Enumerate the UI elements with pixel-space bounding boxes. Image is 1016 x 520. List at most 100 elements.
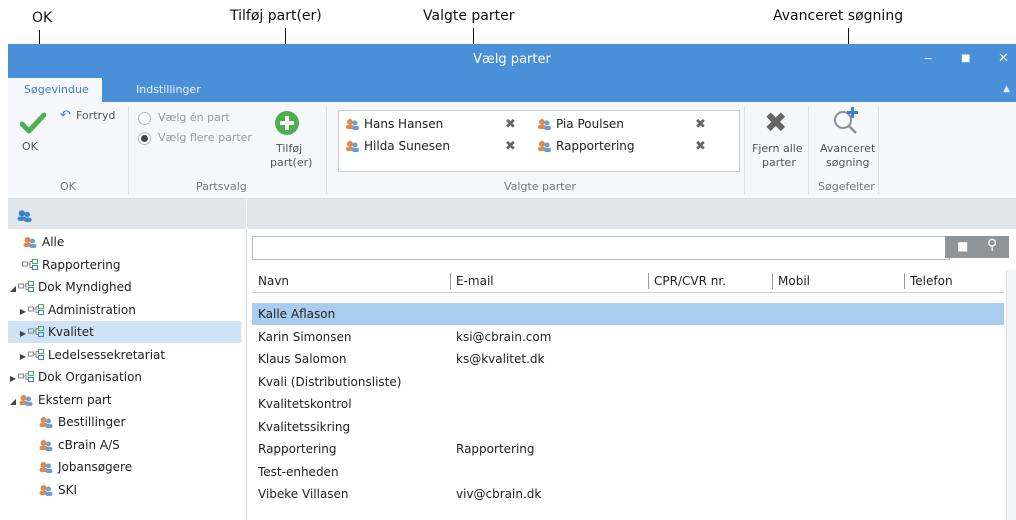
- tree-item[interactable]: Alle: [8, 231, 246, 253]
- col-cpr[interactable]: CPR/CVR nr.: [654, 274, 726, 288]
- ok-button[interactable]: OK: [12, 108, 56, 168]
- expanded-icon[interactable]: ◢: [8, 391, 18, 413]
- table-row[interactable]: Test-enheden: [252, 461, 1004, 483]
- vertical-scrollbar[interactable]: [1006, 270, 1016, 520]
- col-phone[interactable]: Telefon: [910, 274, 953, 288]
- tree-item-label: Jobansøgere: [58, 460, 133, 474]
- table-row[interactable]: Karin Simonsen ksi@cbrain.com: [252, 326, 1004, 348]
- tree-item-label: Dok Organisation: [38, 370, 143, 384]
- remove-party-icon[interactable]: ✖: [505, 139, 516, 154]
- tree-item-label: cBrain A/S: [58, 437, 120, 452]
- col-divider[interactable]: [904, 273, 905, 289]
- table-row[interactable]: Kvali (Distributionsliste): [252, 371, 1004, 393]
- col-divider[interactable]: [772, 273, 773, 289]
- expanded-icon[interactable]: ◢: [8, 278, 18, 300]
- cell-name: Kvalitetskontrol: [258, 397, 352, 411]
- tab-settings[interactable]: Indstillinger: [126, 78, 211, 102]
- ribbon-separator: [128, 106, 129, 194]
- tab-search-window[interactable]: Søgevindue: [8, 78, 102, 102]
- tree-item-label: Dok Myndighed: [38, 280, 132, 294]
- table-row[interactable]: Vibeke Villasen viv@cbrain.dk: [252, 483, 1004, 505]
- person-search-icon[interactable]: ■: [957, 239, 968, 253]
- expand-icon[interactable]: ▶: [18, 346, 28, 368]
- org-icon: [18, 280, 38, 294]
- maximize-icon[interactable]: ■: [961, 53, 970, 64]
- tree-item[interactable]: cBrain A/S: [8, 434, 246, 456]
- persons-icon: [538, 119, 551, 130]
- persons-icon: [346, 141, 359, 152]
- tree-item[interactable]: ▶ Ledelsessekretariat: [8, 344, 246, 366]
- expand-icon[interactable]: ▶: [18, 301, 28, 323]
- selected-party[interactable]: Rapportering: [537, 139, 635, 153]
- radio-single-party[interactable]: [138, 112, 151, 125]
- minimize-icon[interactable]: ‒: [924, 51, 932, 66]
- expand-icon[interactable]: ▶: [18, 323, 28, 345]
- remove-all-label-1: Fjern alle: [752, 142, 803, 155]
- tree-item[interactable]: SKI: [8, 479, 246, 501]
- radio-single-label: Vælg én part: [158, 111, 230, 124]
- col-mobile[interactable]: Mobil: [778, 274, 810, 288]
- tree-item[interactable]: Bestillinger: [8, 411, 246, 433]
- selected-party[interactable]: Hans Hansen: [345, 117, 443, 131]
- col-divider[interactable]: [648, 273, 649, 289]
- table-header: Navn E-mail CPR/CVR nr. Mobil Telefon: [252, 270, 1004, 293]
- tree-item-label: Ekstern part: [38, 392, 112, 407]
- search-icon[interactable]: ⚲: [987, 237, 997, 253]
- table-row[interactable]: Klaus Salomon ks@kvalitet.dk: [252, 348, 1004, 370]
- tree-item[interactable]: ▶ Dok Organisation: [8, 366, 246, 388]
- search-input[interactable]: [252, 236, 950, 260]
- persons-icon: [346, 119, 359, 130]
- advanced-search-button[interactable]: Avanceret søgning: [814, 106, 876, 172]
- nav-header: [8, 199, 246, 229]
- remove-all-button[interactable]: ✖ Fjern alle parter: [750, 106, 804, 172]
- cell-name: Kvalitetssikring: [258, 419, 351, 434]
- remove-party-icon[interactable]: ✖: [695, 139, 706, 154]
- remove-party-icon[interactable]: ✖: [695, 117, 706, 132]
- ribbon-separator: [878, 106, 879, 194]
- table-row[interactable]: Kvalitetssikring: [252, 416, 1004, 438]
- callout-advanced-search: Avanceret søgning: [773, 8, 904, 24]
- remove-party-icon[interactable]: ✖: [505, 117, 516, 132]
- remove-all-label-2: parter: [762, 156, 796, 169]
- tree-item-label: Administration: [48, 302, 136, 317]
- tree-item[interactable]: ◢ Dok Myndighed: [8, 276, 246, 298]
- add-party-button[interactable]: Tilføj part(er): [264, 108, 312, 172]
- ribbon-separator: [744, 106, 745, 194]
- col-divider[interactable]: [450, 273, 451, 289]
- tree-item-label: Rapportering: [42, 257, 121, 272]
- table-row[interactable]: Kalle Aflason: [252, 303, 1004, 325]
- persons-icon: [38, 460, 58, 474]
- selected-party[interactable]: Pia Poulsen: [537, 117, 624, 131]
- cell-email: ksi@cbrain.com: [456, 329, 552, 344]
- group-label-selected: Valgte parter: [504, 180, 576, 193]
- table-row[interactable]: Rapportering Rapportering: [252, 438, 1004, 460]
- callout-selected-parties: Valgte parter: [423, 8, 515, 24]
- selected-party[interactable]: Hilda Sunesen: [345, 139, 450, 153]
- cell-name: Vibeke Villasen: [258, 487, 349, 501]
- tree-item[interactable]: ◢ Ekstern part: [8, 389, 246, 411]
- tree-item[interactable]: Rapportering: [8, 254, 246, 276]
- tree-item[interactable]: ▶ Kvalitet: [8, 321, 241, 343]
- cell-name: Kalle Aflason: [258, 307, 336, 321]
- selected-parties-list: Hans Hansen ✖ Hilda Sunesen ✖ Pia Poulse…: [338, 110, 740, 172]
- close-icon[interactable]: ✕: [998, 51, 1009, 66]
- search-buttons: ■ ⚲: [945, 236, 1009, 258]
- group-label-partsvalg: Partsvalg: [196, 180, 247, 193]
- col-name[interactable]: Navn: [258, 274, 289, 288]
- tree-item-label: SKI: [58, 482, 78, 497]
- cell-name: Rapportering: [258, 442, 337, 456]
- undo-label: Fortryd: [76, 109, 116, 122]
- checkmark-icon: [20, 112, 46, 134]
- persons-icon: [22, 235, 42, 249]
- advanced-search-label-2: søgning: [826, 156, 870, 169]
- tree-item[interactable]: ▶ Administration: [8, 299, 246, 321]
- undo-button[interactable]: ↶ Fortryd: [60, 108, 124, 126]
- col-email[interactable]: E-mail: [456, 274, 494, 288]
- table-row[interactable]: Kvalitetskontrol: [252, 393, 1004, 415]
- expand-icon[interactable]: ▶: [8, 368, 18, 390]
- radio-multi-label: Vælg flere parter: [158, 131, 252, 144]
- ribbon-collapse-icon[interactable]: ▲: [1003, 84, 1010, 94]
- advanced-search-label-1: Avanceret: [820, 142, 876, 155]
- radio-multi-party[interactable]: [138, 132, 151, 145]
- tree-item[interactable]: Jobansøgere: [8, 456, 246, 478]
